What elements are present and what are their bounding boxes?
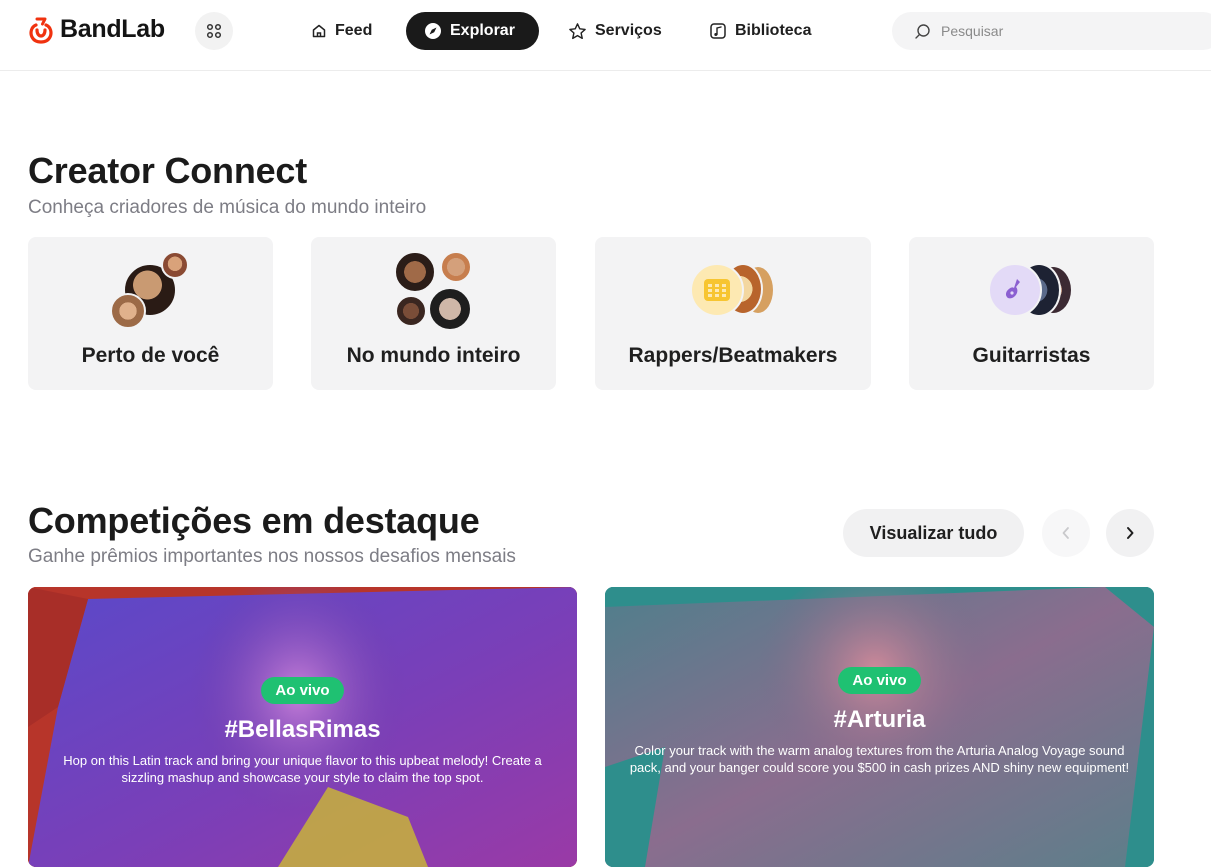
nav-feed-label: Feed <box>335 22 373 39</box>
competition-description: Color your track with the warm analog te… <box>629 743 1130 775</box>
search-icon <box>915 23 930 39</box>
nav-explore[interactable]: Explorar <box>406 12 539 50</box>
creator-avatar <box>161 251 189 279</box>
nav-library-label: Biblioteca <box>735 22 812 39</box>
nav-services-label: Serviços <box>595 22 662 39</box>
star-icon <box>569 22 586 39</box>
drum-pad-icon <box>704 279 730 301</box>
creator-card-label: Rappers/Beatmakers <box>628 344 838 367</box>
bandlab-logo-icon <box>29 17 53 44</box>
carousel-prev-button[interactable] <box>1042 509 1090 557</box>
nav-explore-label: Explorar <box>450 22 515 39</box>
nav-feed[interactable]: Feed <box>311 12 372 50</box>
creator-avatar <box>110 293 146 329</box>
music-note-icon <box>710 23 726 39</box>
nav-services[interactable]: Serviços <box>568 12 662 50</box>
live-badge: Ao vivo <box>838 667 921 694</box>
creator-avatar <box>394 251 436 293</box>
creator-card-label: No mundo inteiro <box>346 344 521 367</box>
creator-connect-title: Creator Connect <box>28 150 308 191</box>
carousel-next-button[interactable] <box>1106 509 1154 557</box>
creator-card-worldwide[interactable]: No mundo inteiro <box>311 237 556 390</box>
beatmaker-icon <box>690 263 744 317</box>
search-bar[interactable] <box>892 12 1211 50</box>
competition-card-bellasrimas[interactable]: Ao vivo #BellasRimas Hop on this Latin t… <box>28 587 577 867</box>
creator-avatar <box>395 295 427 327</box>
apps-menu-button[interactable] <box>195 12 233 50</box>
competitions-title: Competições em destaque <box>28 500 480 541</box>
compass-icon <box>425 23 441 39</box>
brand-name: BandLab <box>60 15 165 43</box>
competition-info: Ao vivo #BellasRimas Hop on this Latin t… <box>28 677 577 786</box>
creator-card-rappers[interactable]: Rappers/Beatmakers <box>595 237 871 390</box>
creator-card-label: Guitarristas <box>972 344 1091 367</box>
competition-card-arturia[interactable]: Ao vivo #Arturia Color your track with t… <box>605 587 1154 867</box>
guitar-icon <box>1005 279 1020 299</box>
home-icon <box>312 24 326 38</box>
search-input[interactable] <box>939 22 1193 40</box>
creator-card-guitarists[interactable]: Guitarristas <box>909 237 1154 390</box>
apps-grid-icon <box>206 23 222 39</box>
chevron-right-icon <box>1127 527 1134 539</box>
creator-avatar <box>428 287 472 331</box>
competition-info: Ao vivo #Arturia Color your track with t… <box>605 667 1154 776</box>
creator-connect-subtitle: Conheça criadores de música do mundo int… <box>28 197 427 218</box>
top-navigation: BandLab Feed Explorar Serviços Bibliotec… <box>0 0 1211 71</box>
bandlab-logo[interactable]: BandLab <box>28 15 165 44</box>
chevron-left-icon <box>1062 527 1069 539</box>
view-all-button[interactable]: Visualizar tudo <box>843 509 1024 557</box>
guitarist-icon <box>988 263 1042 317</box>
competitions-subtitle: Ganhe prêmios importantes nos nossos des… <box>28 546 516 567</box>
creator-avatar <box>440 251 472 283</box>
creator-card-nearby[interactable]: Perto de você <box>28 237 273 390</box>
competition-description: Hop on this Latin track and bring your u… <box>63 753 542 785</box>
creator-card-label: Perto de você <box>81 344 220 367</box>
nav-library[interactable]: Biblioteca <box>709 12 811 50</box>
live-badge: Ao vivo <box>261 677 344 704</box>
competition-tag: #BellasRimas <box>224 716 381 743</box>
competition-tag: #Arturia <box>833 706 926 733</box>
